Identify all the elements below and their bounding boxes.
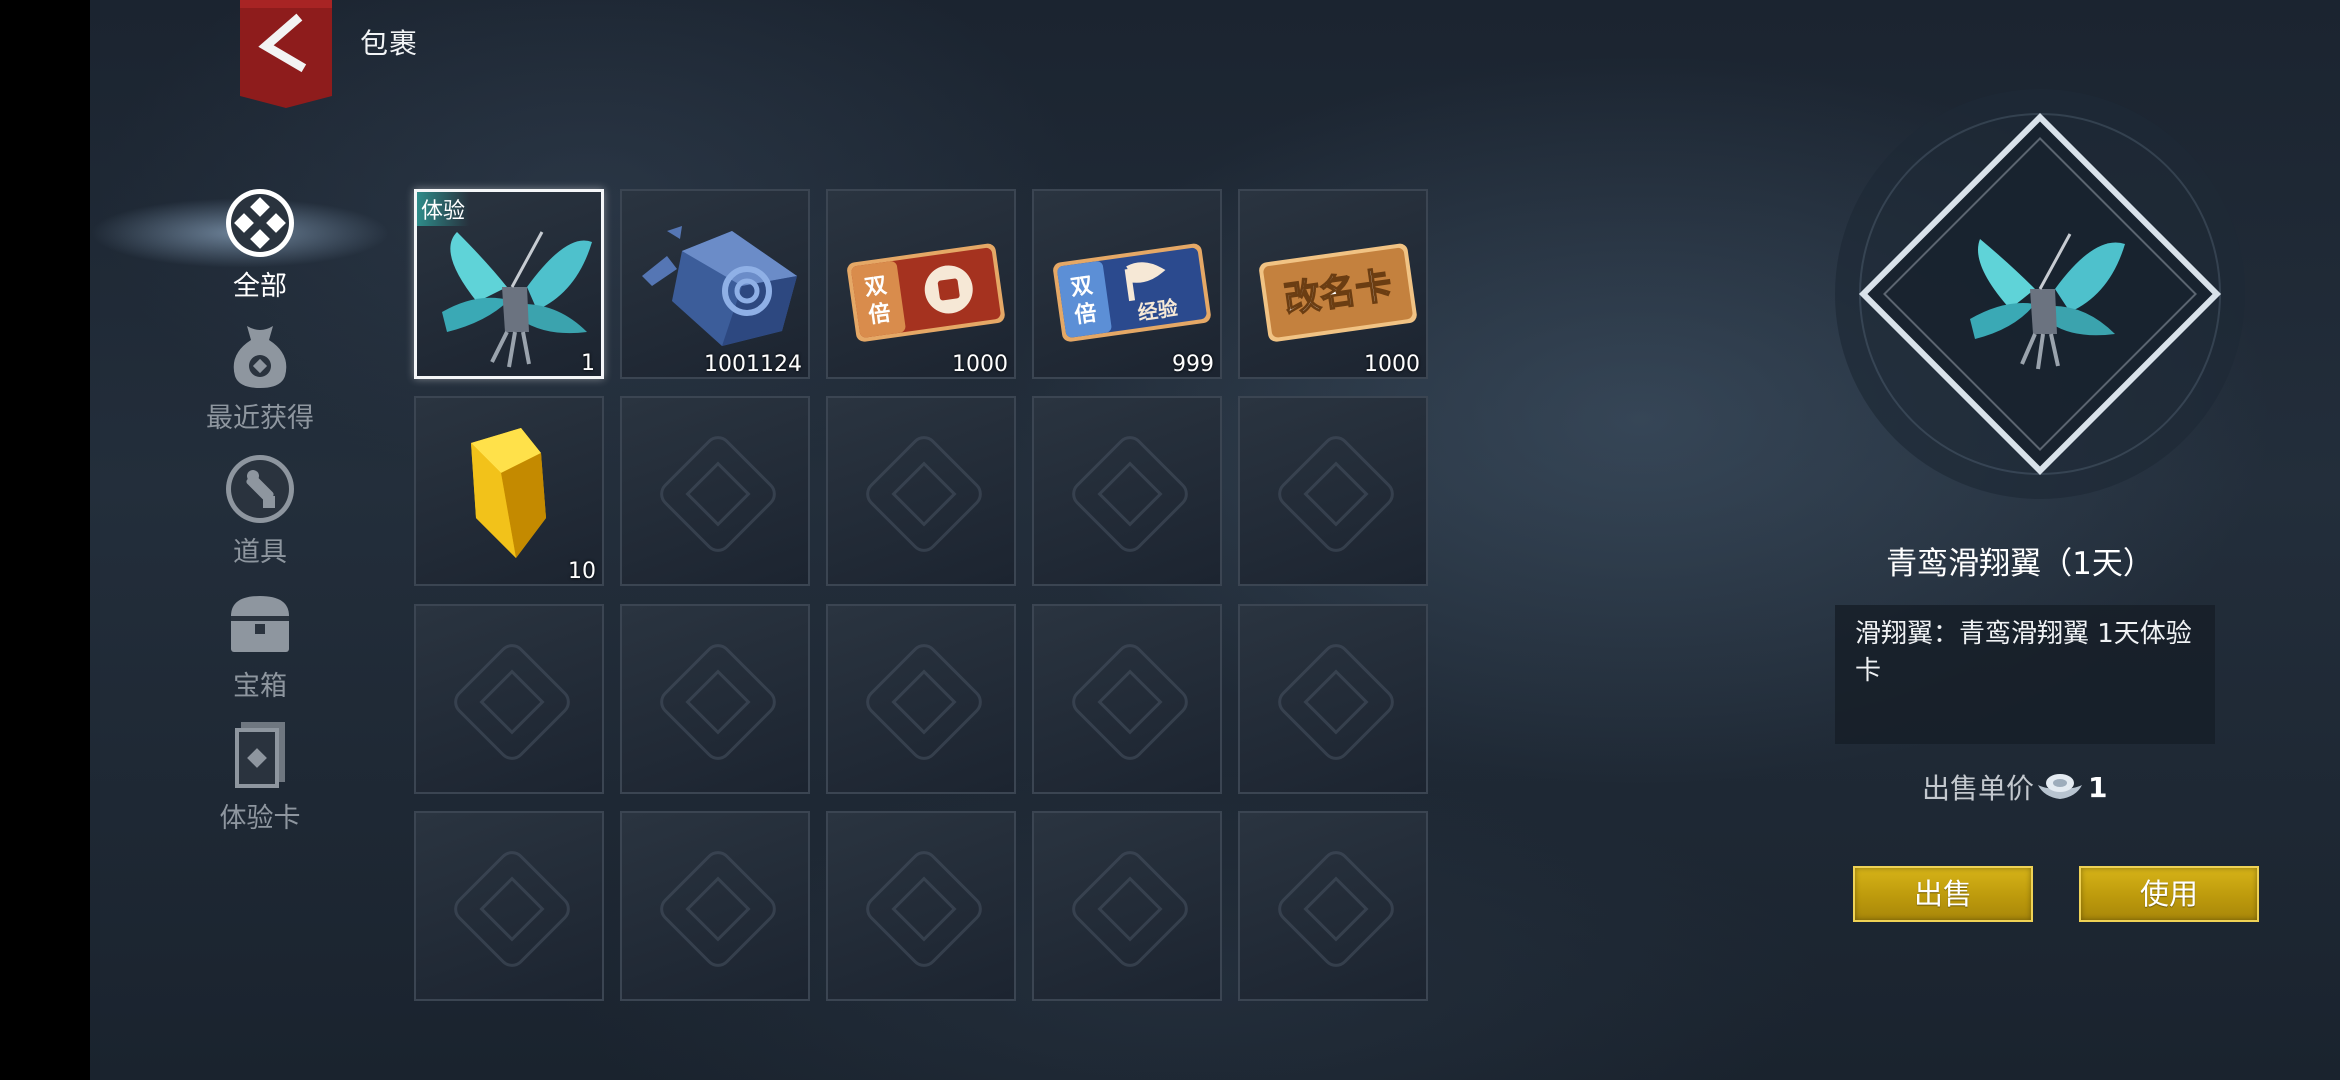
sidebar-item-props[interactable]: 道具: [190, 452, 330, 572]
all-diamond-icon: [226, 189, 294, 257]
sell-price: 出售单价 1: [1922, 767, 2108, 807]
price-value: 1: [2088, 770, 2108, 804]
tools-icon: [226, 455, 294, 523]
item-name: 青鸾滑翔翼（1天）: [1886, 546, 2154, 582]
silver-ingot-icon: [2038, 774, 2083, 799]
empty-slot[interactable]: [620, 811, 810, 1001]
back-arrow-icon: [240, 0, 332, 108]
empty-slot[interactable]: [1032, 811, 1222, 1001]
item-count: 1001124: [704, 352, 802, 377]
sell-button[interactable]: 出售: [1853, 866, 2033, 922]
item-count: 10: [568, 559, 596, 584]
card-text: 双: [863, 273, 888, 301]
item-count: 1000: [952, 352, 1008, 377]
empty-slot[interactable]: [414, 811, 604, 1001]
item-slot-glider[interactable]: 体验 1: [414, 189, 604, 379]
item-description-box: 滑翔翼：青鸾滑翔翼 1天体验卡: [1835, 605, 2215, 744]
empty-slot[interactable]: [826, 604, 1016, 794]
sidebar-item-trial-card[interactable]: 体验卡: [190, 718, 330, 838]
inventory-screen: 包裹 全部 最近获得 道具 宝箱 体验卡 体验 1 1001124 双 倍 10…: [90, 0, 2340, 1080]
empty-slot[interactable]: [1238, 396, 1428, 586]
blue-ore-icon: [642, 226, 797, 346]
card-text: 双: [1069, 273, 1094, 301]
item-slot-rename-card[interactable]: 改名卡 1000: [1238, 189, 1428, 379]
sidebar-item-recent[interactable]: 最近获得: [190, 318, 330, 438]
sidebar-item-label: 最近获得: [206, 403, 314, 434]
sidebar-item-label: 道具: [233, 537, 287, 568]
card-text: 倍: [867, 300, 892, 329]
item-slot-yellow-gem[interactable]: 10: [414, 396, 604, 586]
card-text: 倍: [1073, 300, 1098, 329]
item-slot-double-coin-card[interactable]: 双 倍 1000: [826, 189, 1016, 379]
trial-card-icon: [235, 722, 285, 788]
item-slot-blue-ore[interactable]: 1001124: [620, 189, 810, 379]
sidebar-item-chest[interactable]: 宝箱: [190, 586, 330, 706]
sidebar-item-all[interactable]: 全部: [190, 186, 330, 306]
item-preview: [1835, 89, 2245, 499]
use-button[interactable]: 使用: [2079, 866, 2259, 922]
empty-slot[interactable]: [1238, 604, 1428, 794]
empty-slot[interactable]: [1238, 811, 1428, 1001]
empty-slot[interactable]: [620, 396, 810, 586]
price-label: 出售单价: [1922, 772, 2035, 805]
sidebar-item-label: 全部: [233, 271, 287, 302]
double-coin-card-icon: 双 倍: [847, 243, 1005, 342]
empty-slot[interactable]: [414, 604, 604, 794]
item-count: 999: [1172, 352, 1214, 377]
empty-slot[interactable]: [620, 604, 810, 794]
empty-slot[interactable]: [826, 811, 1016, 1001]
yellow-gem-icon: [471, 428, 546, 558]
item-count: 1000: [1364, 352, 1420, 377]
back-button[interactable]: [240, 0, 332, 108]
treasure-chest-icon: [231, 596, 289, 652]
trial-tag: 体验: [417, 192, 470, 226]
money-bag-icon: [233, 326, 287, 388]
sidebar-item-label: 体验卡: [219, 803, 301, 834]
double-exp-card-icon: 双 倍 经验: [1053, 243, 1211, 342]
sidebar-item-label: 宝箱: [233, 671, 287, 702]
empty-slot[interactable]: [1032, 604, 1222, 794]
empty-slot[interactable]: [826, 396, 1016, 586]
item-slot-double-exp-card[interactable]: 双 倍 经验 999: [1032, 189, 1222, 379]
page-title: 包裹: [360, 27, 419, 60]
rename-card-icon: 改名卡: [1259, 243, 1417, 342]
item-description: 滑翔翼：青鸾滑翔翼 1天体验卡: [1855, 619, 2192, 686]
item-count: 1: [581, 351, 595, 376]
empty-slot[interactable]: [1032, 396, 1222, 586]
